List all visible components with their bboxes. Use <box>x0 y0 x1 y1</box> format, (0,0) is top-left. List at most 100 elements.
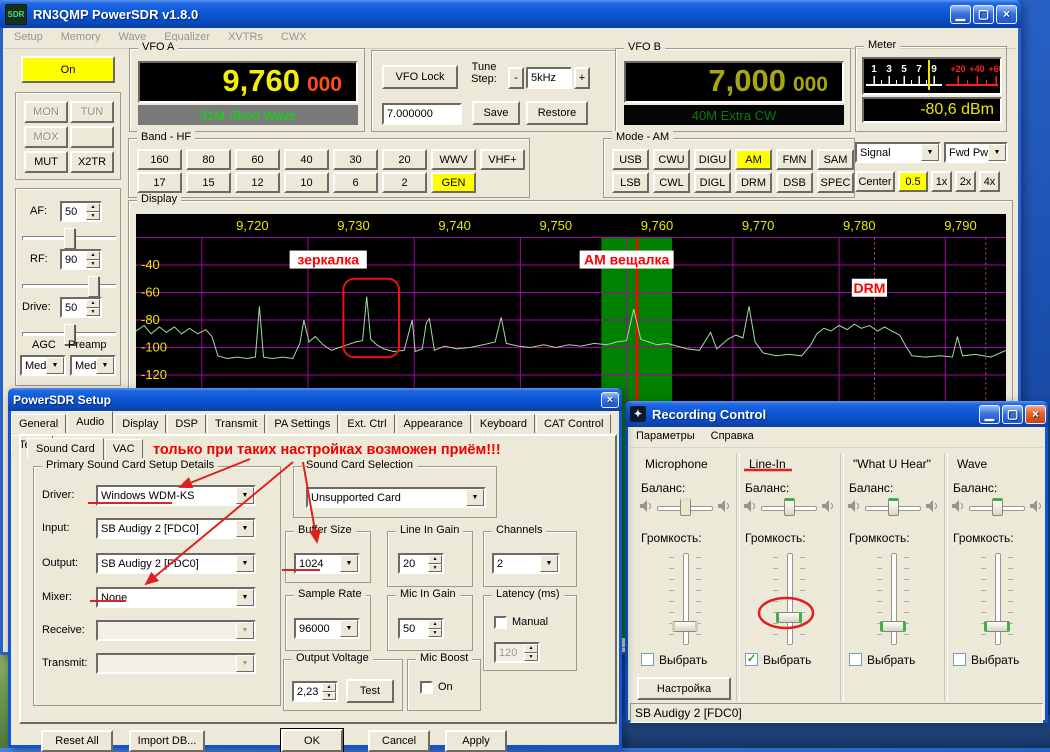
rc-balance-slider-wave[interactable] <box>969 497 1025 517</box>
gain-spinner-rf-down-icon[interactable]: ▼ <box>86 260 100 269</box>
mode-button-dsb[interactable]: DSB <box>776 172 813 193</box>
buffer-size-combo-arrow-icon[interactable]: ▼ <box>340 555 358 572</box>
tx-button-x2tr[interactable]: X2TR <box>70 151 114 173</box>
gain-spinner-af-up-icon[interactable]: ▲ <box>86 203 100 212</box>
balance-thumb[interactable] <box>992 498 1003 516</box>
zoom-0_5-button[interactable]: 0.5 <box>898 171 928 192</box>
output-voltage-test-button[interactable]: Test <box>346 679 394 703</box>
band-button-15[interactable]: 15 <box>186 172 231 193</box>
mode-button-sam[interactable]: SAM <box>817 149 854 170</box>
zoom-2x-button[interactable]: 2x <box>955 171 976 192</box>
mic-in-gain-spinner-down-icon[interactable]: ▼ <box>428 629 442 638</box>
balance-thumb[interactable] <box>680 498 691 516</box>
band-button-gen[interactable]: GEN <box>431 172 476 193</box>
gain-spinner-af[interactable]: 50▲▼ <box>60 201 102 222</box>
agc-combo[interactable]: Med▼ <box>20 355 66 376</box>
rc-close-icon[interactable]: × <box>1025 405 1046 424</box>
band-button-12[interactable]: 12 <box>235 172 280 193</box>
mode-button-lsb[interactable]: LSB <box>612 172 649 193</box>
band-button-6[interactable]: 6 <box>333 172 378 193</box>
restore-button[interactable]: Restore <box>526 101 588 125</box>
field-combo-driver[interactable]: Windows WDM-KS▼ <box>96 485 256 506</box>
rc-volume-slider-linein[interactable] <box>767 551 811 647</box>
zoom-1x-button[interactable]: 1x <box>931 171 952 192</box>
ok-button[interactable]: OK <box>281 729 343 752</box>
rc-menu-параметры[interactable]: Параметры <box>630 427 705 446</box>
slider-thumb[interactable] <box>88 276 99 297</box>
save-button[interactable]: Save <box>472 101 520 125</box>
recording-control-titlebar[interactable]: ✦ Recording Control ▁ ▢ × <box>625 401 1048 427</box>
band-button-wwv[interactable]: WWV <box>431 149 476 170</box>
mode-button-spec[interactable]: SPEC <box>817 172 854 193</box>
field-combo-input-arrow-icon[interactable]: ▼ <box>236 520 254 537</box>
band-button-40[interactable]: 40 <box>284 149 329 170</box>
setup-tab-general[interactable]: General <box>11 414 66 433</box>
cancel-button[interactable]: Cancel <box>368 730 430 752</box>
field-combo-driver-arrow-icon[interactable]: ▼ <box>236 487 254 504</box>
reset-all-button[interactable]: Reset All <box>41 730 113 752</box>
gain-spinner-af-arrows[interactable]: ▲▼ <box>86 203 100 220</box>
mode-button-digu[interactable]: DIGU <box>694 149 731 170</box>
band-button-vhfplus[interactable]: VHF+ <box>480 149 525 170</box>
buffer-size-combo[interactable]: 1024▼ <box>294 553 360 574</box>
mode-button-cwl[interactable]: CWL <box>653 172 690 193</box>
rc-balance-slider-whatuhear[interactable] <box>865 497 921 517</box>
line-in-gain-spinner-arrows[interactable]: ▲▼ <box>428 555 442 572</box>
memory-frequency-input[interactable]: 7.000000 <box>382 103 462 125</box>
mic-in-gain-spinner-arrows[interactable]: ▲▼ <box>428 620 442 637</box>
tx-meter-combo[interactable]: Fwd Pwr▼ <box>944 142 1008 163</box>
band-button-20[interactable]: 20 <box>382 149 427 170</box>
rc-select-checkbox-microphone[interactable] <box>641 653 654 666</box>
zoom-4x-button[interactable]: 4x <box>979 171 1000 192</box>
rc-menu-справка[interactable]: Справка <box>705 427 764 446</box>
field-combo-output-arrow-icon[interactable]: ▼ <box>236 555 254 572</box>
setup-tab-transmit[interactable]: Transmit <box>207 414 265 433</box>
vfo-a-frequency-display[interactable]: 9,760000 <box>138 61 358 103</box>
rc-volume-slider-whatuhear[interactable] <box>871 551 915 647</box>
gain-spinner-rf-arrows[interactable]: ▲▼ <box>86 251 100 268</box>
band-button-2[interactable]: 2 <box>382 172 427 193</box>
band-button-60[interactable]: 60 <box>235 149 280 170</box>
output-voltage-spinner-arrows[interactable]: ▲▼ <box>322 683 336 700</box>
slider-thumb[interactable] <box>64 228 75 249</box>
rx-meter-combo-arrow-icon[interactable]: ▼ <box>921 144 939 161</box>
rc-select-checkbox-whatuhear[interactable] <box>849 653 862 666</box>
agc-combo-arrow-icon[interactable]: ▼ <box>46 357 64 374</box>
preamp-combo-arrow-icon[interactable]: ▼ <box>96 357 114 374</box>
rc-balance-slider-linein[interactable] <box>761 497 817 517</box>
setup-tab-ext--ctrl[interactable]: Ext. Ctrl <box>339 414 394 433</box>
mode-button-am[interactable]: AM <box>735 149 772 170</box>
tx-meter-combo-arrow-icon[interactable]: ▼ <box>988 144 1006 161</box>
sound-card-selection-combo[interactable]: Unsupported Card▼ <box>306 487 486 508</box>
line-in-gain-spinner-up-icon[interactable]: ▲ <box>428 555 442 564</box>
channels-combo[interactable]: 2▼ <box>492 553 560 574</box>
band-button-30[interactable]: 30 <box>333 149 378 170</box>
latency-manual-checkbox[interactable] <box>494 616 507 629</box>
mic-in-gain-spinner-up-icon[interactable]: ▲ <box>428 620 442 629</box>
mode-button-drm[interactable]: DRM <box>735 172 772 193</box>
band-button-17[interactable]: 17 <box>137 172 182 193</box>
band-button-80[interactable]: 80 <box>186 149 231 170</box>
apply-button[interactable]: Apply <box>445 730 507 752</box>
rc-minimize-icon[interactable]: ▁ <box>979 405 1000 424</box>
rc-volume-slider-microphone[interactable] <box>663 551 707 647</box>
gain-slider-rf[interactable] <box>22 276 116 295</box>
setup-tab-display[interactable]: Display <box>114 414 166 433</box>
gain-slider-af[interactable] <box>22 228 116 247</box>
preamp-combo[interactable]: Med▼ <box>70 355 116 376</box>
field-combo-mixer[interactable]: None▼ <box>96 587 256 608</box>
volume-thumb[interactable] <box>672 621 698 632</box>
tune-step-plus-button[interactable]: + <box>574 67 590 89</box>
setup-tab-dsp[interactable]: DSP <box>167 414 206 433</box>
mode-button-fmn[interactable]: FMN <box>776 149 813 170</box>
import-db-button[interactable]: Import DB... <box>129 730 205 752</box>
field-combo-mixer-arrow-icon[interactable]: ▼ <box>236 589 254 606</box>
setup-tab-appearance[interactable]: Appearance <box>396 414 471 433</box>
rc-maximize-icon[interactable]: ▢ <box>1002 405 1023 424</box>
mode-button-cwu[interactable]: CWU <box>653 149 690 170</box>
field-combo-input[interactable]: SB Audigy 2 [FDC0]▼ <box>96 518 256 539</box>
channels-combo-arrow-icon[interactable]: ▼ <box>540 555 558 572</box>
gain-spinner-rf-up-icon[interactable]: ▲ <box>86 251 100 260</box>
mode-button-usb[interactable]: USB <box>612 149 649 170</box>
setup-close-icon[interactable]: × <box>601 392 619 408</box>
